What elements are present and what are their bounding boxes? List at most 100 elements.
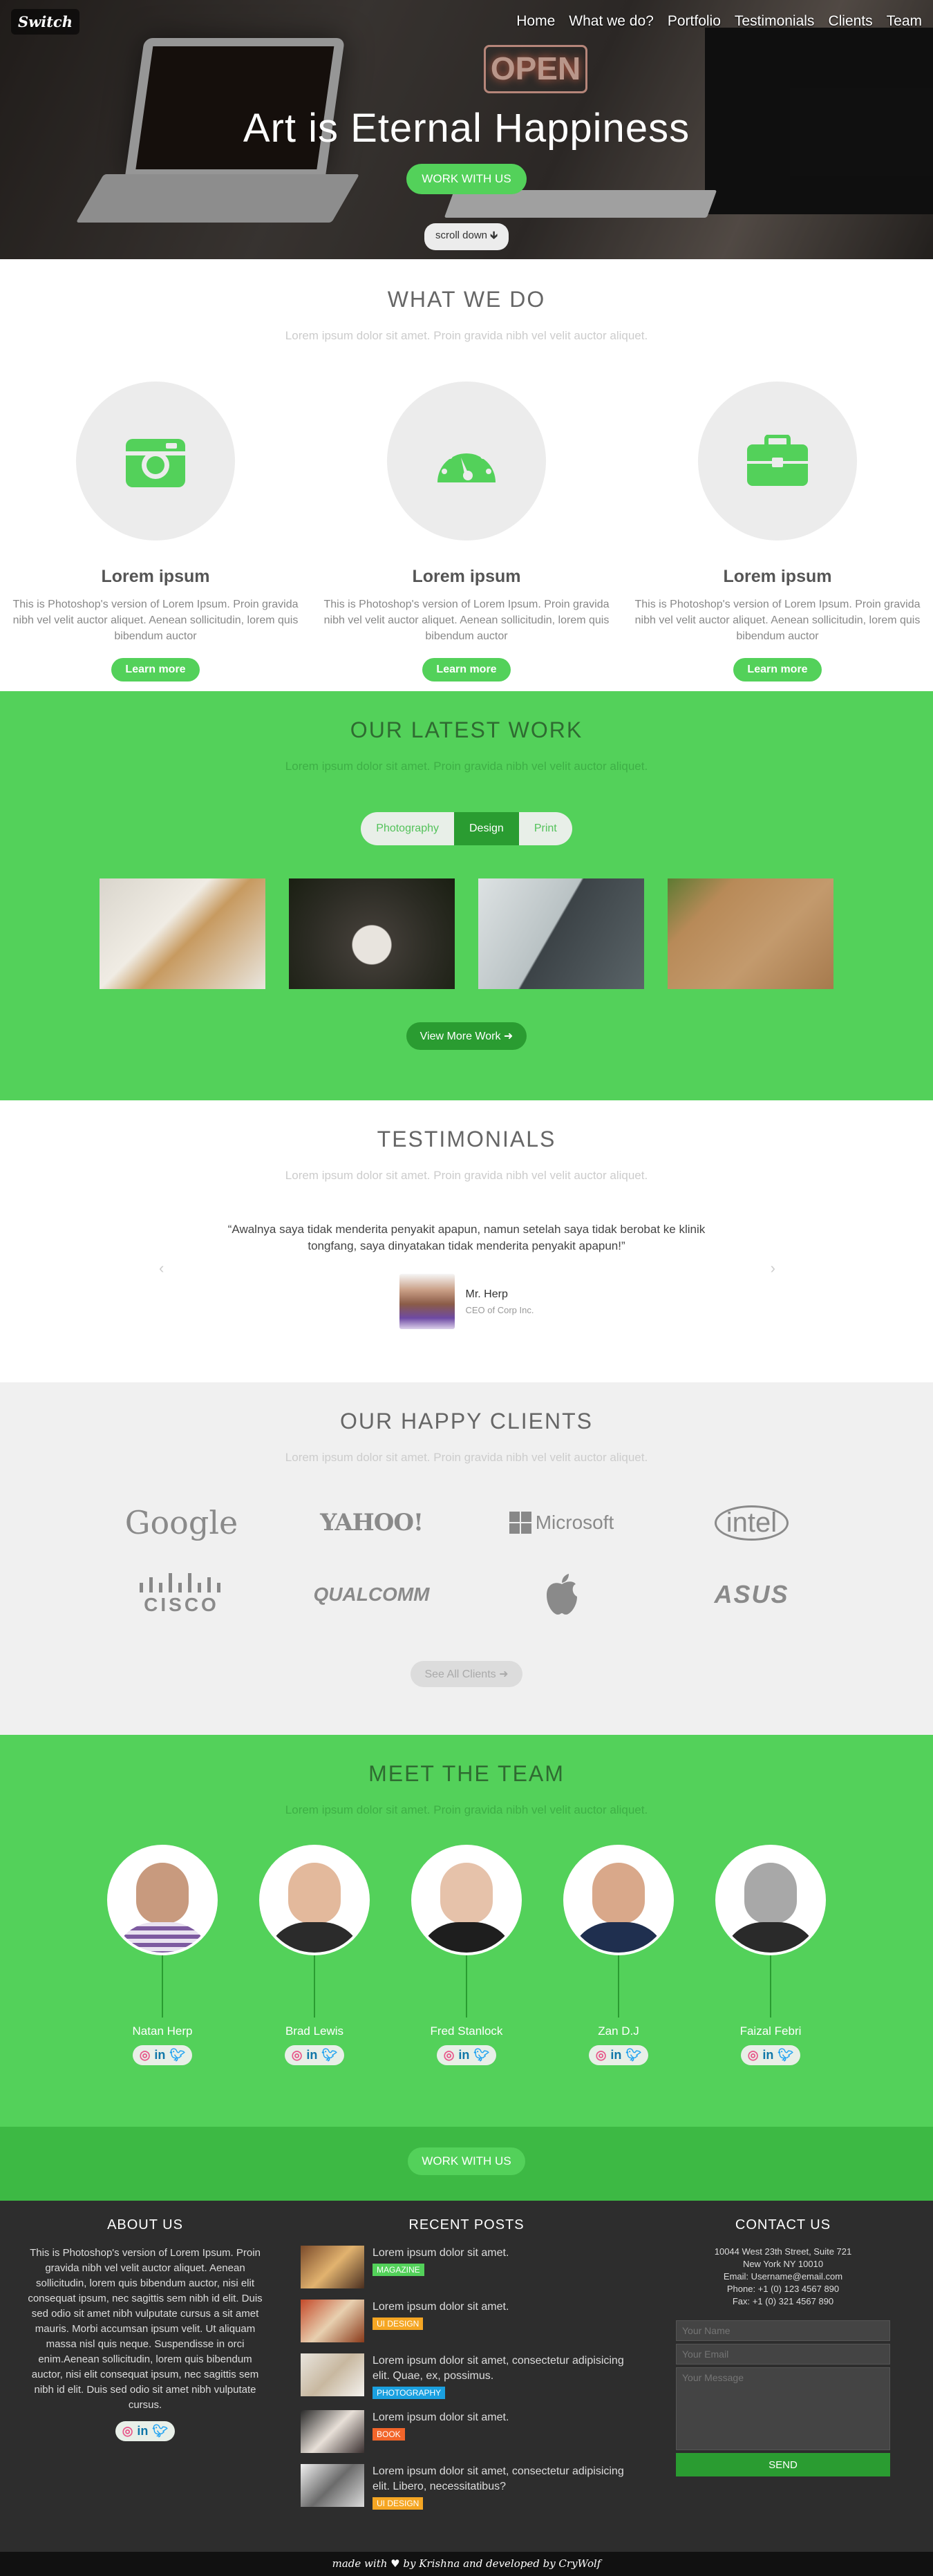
member-name: Fred Stanlock xyxy=(430,2024,503,2038)
member-photo xyxy=(715,1845,826,1955)
post-item[interactable]: Lorem ipsum dolor sit amet, consectetur … xyxy=(301,2353,632,2399)
linkedin-icon[interactable]: in xyxy=(137,2424,148,2438)
nav-team[interactable]: Team xyxy=(887,13,922,30)
filter-design[interactable]: Design xyxy=(454,812,519,845)
twitter-icon[interactable]: 🐦︎ xyxy=(778,2048,793,2062)
learn-more-button[interactable]: Learn more xyxy=(422,658,511,681)
see-all-clients-button[interactable]: See All Clients ➜ xyxy=(411,1661,522,1687)
member-social-links: ◎ in 🐦︎ xyxy=(588,2045,649,2065)
contact-us-column: CONTACT US 10044 West 23th Street, Suite… xyxy=(676,2217,890,2476)
nav-home[interactable]: Home xyxy=(516,13,555,30)
work-with-us-button[interactable]: WORK WITH US xyxy=(408,2147,525,2175)
member-photo xyxy=(259,1845,370,1955)
send-button[interactable]: SEND xyxy=(676,2453,890,2476)
filter-photography[interactable]: Photography xyxy=(361,812,454,845)
linkedin-icon[interactable]: in xyxy=(306,2048,317,2062)
post-thumbnail xyxy=(301,2246,364,2288)
nav-what-we-do[interactable]: What we do? xyxy=(569,13,654,30)
chevron-left-icon[interactable]: ‹ xyxy=(159,1259,164,1277)
section-subtitle: Lorem ipsum dolor sit amet. Proin gravid… xyxy=(285,329,648,342)
team-member: Brad Lewis ◎ in 🐦︎ xyxy=(259,1845,370,2065)
testimonials-section: TESTIMONIALS Lorem ipsum dolor sit amet.… xyxy=(0,1100,933,1382)
email-input[interactable] xyxy=(676,2344,890,2365)
linkedin-icon[interactable]: in xyxy=(154,2048,165,2062)
portfolio-thumbnail[interactable] xyxy=(289,878,455,989)
post-tag[interactable]: UI DESIGN xyxy=(373,2318,424,2330)
twitter-icon[interactable]: 🐦︎ xyxy=(169,2048,185,2062)
linkedin-icon[interactable]: in xyxy=(762,2048,773,2062)
feature-title: Lorem ipsum xyxy=(101,567,210,586)
scroll-down-button[interactable]: scroll down 🡳 xyxy=(424,223,509,250)
section-subtitle: Lorem ipsum dolor sit amet. Proin gravid… xyxy=(285,760,648,773)
nav-portfolio[interactable]: Portfolio xyxy=(668,13,721,30)
author-name: Mr. Herp xyxy=(465,1288,508,1300)
name-input[interactable] xyxy=(676,2320,890,2341)
arrow-right-circle-icon: ➜ xyxy=(503,1031,513,1042)
portfolio-filter: Photography Design Print xyxy=(361,812,572,845)
top-nav: Switch Home What we do? Portfolio Testim… xyxy=(0,0,933,43)
twitter-icon[interactable]: 🐦︎ xyxy=(152,2424,168,2438)
feature-card: Lorem ipsum This is Photoshop's version … xyxy=(3,382,308,681)
post-tag[interactable]: UI DESIGN xyxy=(373,2497,424,2510)
view-more-work-button[interactable]: View More Work ➜ xyxy=(406,1022,527,1050)
dribbble-icon[interactable]: ◎ xyxy=(596,2048,607,2062)
post-item[interactable]: Lorem ipsum dolor sit amet, consectetur … xyxy=(301,2464,632,2510)
post-tag[interactable]: MAGAZINE xyxy=(373,2264,424,2276)
page: OPEN Art is Eternal Happiness WORK WITH … xyxy=(0,0,933,2576)
latest-work-section: OUR LATEST WORK Lorem ipsum dolor sit am… xyxy=(0,691,933,1100)
client-logo-intel: intel xyxy=(657,1501,847,1545)
post-item[interactable]: Lorem ipsum dolor sit amet. BOOK xyxy=(301,2410,632,2453)
post-item[interactable]: Lorem ipsum dolor sit amet. UI DESIGN xyxy=(301,2300,632,2342)
twitter-icon[interactable]: 🐦︎ xyxy=(625,2048,641,2062)
dribbble-icon[interactable]: ◎ xyxy=(140,2048,151,2062)
hero-title: Art is Eternal Happiness xyxy=(243,106,690,151)
portfolio-thumbnail[interactable] xyxy=(478,878,644,989)
dribbble-icon[interactable]: ◎ xyxy=(292,2048,303,2062)
learn-more-button[interactable]: Learn more xyxy=(733,658,822,681)
footer-heading: RECENT POSTS xyxy=(408,2217,525,2232)
portfolio-thumbnail[interactable] xyxy=(668,878,833,989)
chevron-right-icon[interactable]: › xyxy=(771,1259,775,1277)
dribbble-icon[interactable]: ◎ xyxy=(122,2424,133,2438)
client-logo-microsoft: Microsoft xyxy=(466,1501,657,1545)
feature-text: This is Photoshop's version of Lorem Ips… xyxy=(634,599,921,642)
client-logo-google: Google xyxy=(124,1504,238,1541)
nav-clients[interactable]: Clients xyxy=(828,13,872,30)
what-we-do-section: WHAT WE DO Lorem ipsum dolor sit amet. P… xyxy=(0,259,933,691)
clients-section: OUR HAPPY CLIENTS Lorem ipsum dolor sit … xyxy=(0,1382,933,1735)
dribbble-icon[interactable]: ◎ xyxy=(748,2048,759,2062)
client-logo-qualcomm: QUALCOMM xyxy=(313,1583,430,1605)
dribbble-icon[interactable]: ◎ xyxy=(444,2048,455,2062)
linkedin-icon[interactable]: in xyxy=(458,2048,469,2062)
filter-print[interactable]: Print xyxy=(519,812,572,845)
feature-title: Lorem ipsum xyxy=(723,567,832,586)
hero-work-with-us-button[interactable]: WORK WITH US xyxy=(406,164,527,194)
client-logo-yahoo: YAHOO! xyxy=(320,1509,424,1536)
member-name: Faizal Febri xyxy=(739,2024,802,2038)
arrow-down-icon: 🡳 xyxy=(490,229,498,241)
cta-bar: WORK WITH US xyxy=(0,2127,933,2201)
arrow-right-circle-icon: ➜ xyxy=(499,1668,509,1680)
linkedin-icon[interactable]: in xyxy=(610,2048,621,2062)
post-item[interactable]: Lorem ipsum dolor sit amet. MAGAZINE xyxy=(301,2246,632,2288)
credit-bar: made with ♥ by Krishna and developed by … xyxy=(0,2552,933,2576)
section-title: TESTIMONIALS xyxy=(377,1127,556,1151)
section-subtitle: Lorem ipsum dolor sit amet. Proin gravid… xyxy=(285,1169,648,1182)
message-textarea[interactable] xyxy=(676,2367,890,2450)
post-tag[interactable]: PHOTOGRAPHY xyxy=(373,2387,446,2399)
brand-logo[interactable]: Switch xyxy=(11,8,79,35)
footer-heading: ABOUT US xyxy=(107,2217,183,2232)
section-title: OUR LATEST WORK xyxy=(350,717,583,742)
about-us-column: ABOUT US This is Photoshop's version of … xyxy=(28,2217,263,2441)
client-logo-apple xyxy=(466,1572,657,1617)
section-title: MEET THE TEAM xyxy=(368,1761,565,1786)
portfolio-thumbnail[interactable] xyxy=(100,878,265,989)
nav-testimonials[interactable]: Testimonials xyxy=(735,13,815,30)
post-thumbnail xyxy=(301,2353,364,2396)
member-photo xyxy=(107,1845,218,1955)
twitter-icon[interactable]: 🐦︎ xyxy=(321,2048,337,2062)
post-tag[interactable]: BOOK xyxy=(373,2428,405,2441)
feature-text: This is Photoshop's version of Lorem Ips… xyxy=(12,599,299,642)
learn-more-button[interactable]: Learn more xyxy=(111,658,200,681)
twitter-icon[interactable]: 🐦︎ xyxy=(473,2048,489,2062)
